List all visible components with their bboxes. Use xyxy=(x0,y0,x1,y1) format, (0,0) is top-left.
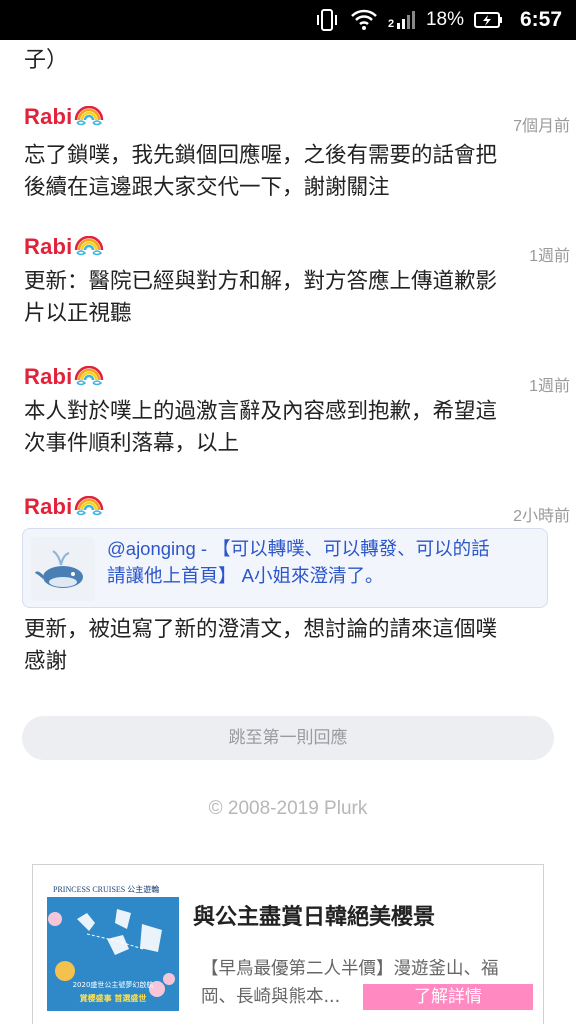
whale-avatar-icon xyxy=(31,537,95,601)
rainbow-icon xyxy=(75,496,104,516)
ad-image-brand: PRINCESS CRUISES 公主遊輪 xyxy=(53,884,159,894)
ad-image-caption: 2020盛世公主號夢幻啟航 xyxy=(73,980,154,989)
ad-description-line: 【早鳥最優第二人半價】漫遊釜山、福 xyxy=(201,959,499,979)
response-text-line: 更新：醫院已經與對方和解，對方答應上傳道歉影 xyxy=(24,269,498,294)
author-name[interactable]: Rabi xyxy=(24,234,72,260)
author-avatar[interactable]: Rabi xyxy=(24,234,104,260)
status-bar: 2 18% 6:57 xyxy=(0,0,576,40)
signal-icon: 2 xyxy=(388,9,416,31)
battery-charging-icon xyxy=(473,10,504,30)
jump-to-first-response-button[interactable]: 跳至第一則回應 xyxy=(22,716,554,760)
response-text-line: 更新，被迫寫了新的澄清文，想討論的請來這個噗 xyxy=(24,617,498,642)
ad-image-slogan: 賞櫻盛事 首選盛世 xyxy=(80,993,147,1003)
vibrate-icon xyxy=(314,8,340,32)
response-item: Rabi 1週前 本人對於噗上的過激言辭及內容感到抱歉，希望這 次事件順利落幕，… xyxy=(0,364,576,456)
ad-cta-button[interactable]: 了解詳情 xyxy=(363,984,533,1010)
author-name[interactable]: Rabi xyxy=(24,494,72,520)
quoted-plurk-link[interactable]: @ajonging - 【可以轉噗、可以轉發、可以的話 請讓他上首頁】 A小姐來… xyxy=(107,535,537,589)
rainbow-icon xyxy=(75,236,104,256)
author-name[interactable]: Rabi xyxy=(24,364,72,390)
clock: 6:57 xyxy=(519,8,562,31)
ad-title[interactable]: 與公主盡賞日韓絕美櫻景 xyxy=(193,899,435,931)
author-avatar[interactable]: Rabi xyxy=(24,104,104,130)
battery-percent: 18% xyxy=(425,9,464,30)
response-time: 1週前 xyxy=(529,248,570,265)
ad-image[interactable]: PRINCESS CRUISES 公主遊輪 2020盛世公主號夢幻啟航 賞櫻盛事… xyxy=(47,879,179,1011)
response-text-line: 本人對於噗上的過激言辭及內容感到抱歉，希望這 xyxy=(24,399,498,424)
quoted-plurk-card[interactable]: @ajonging - 【可以轉噗、可以轉發、可以的話 請讓他上首頁】 A小姐來… xyxy=(22,528,548,608)
response-text: 忘了鎖噗，我先鎖個回應喔，之後有需要的話會把 後續在這邊跟大家交代一下，謝謝關注 xyxy=(24,140,560,204)
response-item: Rabi 7個月前 忘了鎖噗，我先鎖個回應喔，之後有需要的話會把 後續在這邊跟大… xyxy=(0,104,576,200)
rainbow-icon xyxy=(75,366,104,386)
response-text: 本人對於噗上的過激言辭及內容感到抱歉，希望這 次事件順利落幕，以上 xyxy=(24,396,560,460)
wifi-icon xyxy=(350,8,378,32)
response-text-line: 後續在這邊跟大家交代一下，謝謝關注 xyxy=(24,175,390,200)
ad-banner[interactable]: PRINCESS CRUISES 公主遊輪 2020盛世公主號夢幻啟航 賞櫻盛事… xyxy=(32,864,544,1024)
response-item: Rabi 2小時前 @ajonging - 【可以轉噗、可以轉發、可以的話 請讓… xyxy=(0,494,576,674)
svg-text:2: 2 xyxy=(388,18,394,30)
response-item: Rabi 1週前 更新：醫院已經與對方和解，對方答應上傳道歉影 片以正視聽 xyxy=(0,234,576,326)
copyright: © 2008-2019 Plurk xyxy=(208,798,368,819)
response-text-line: 感謝 xyxy=(24,649,68,674)
response-text-line: 忘了鎖噗，我先鎖個回應喔，之後有需要的話會把 xyxy=(24,143,498,168)
author-name[interactable]: Rabi xyxy=(24,104,72,130)
response-text-line: 次事件順利落幕，以上 xyxy=(24,431,240,456)
response-text: 更新，被迫寫了新的澄清文，想討論的請來這個噗 感謝 xyxy=(24,614,560,678)
response-time: 2小時前 xyxy=(513,508,570,525)
response-time: 1週前 xyxy=(529,378,570,395)
author-avatar[interactable]: Rabi xyxy=(24,364,104,390)
response-time: 7個月前 xyxy=(513,118,570,135)
previous-response-tail: 子） xyxy=(24,48,69,73)
author-avatar[interactable]: Rabi xyxy=(24,494,104,520)
quote-text-line: @ajonging - 【可以轉噗、可以轉發、可以的話 xyxy=(107,538,490,559)
response-text: 更新：醫院已經與對方和解，對方答應上傳道歉影 片以正視聽 xyxy=(24,266,560,330)
response-text-line: 片以正視聽 xyxy=(24,301,132,326)
quote-text-line: 請讓他上首頁】 A小姐來澄清了。 xyxy=(107,565,384,586)
rainbow-icon xyxy=(75,106,104,126)
